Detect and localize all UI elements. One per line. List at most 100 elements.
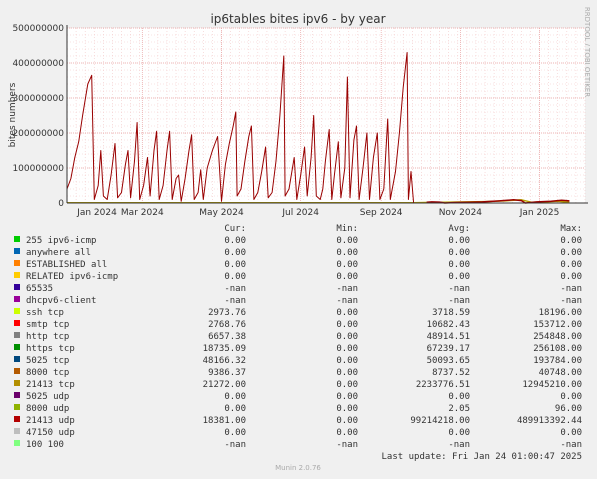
legend-value-cur: 48166.32	[203, 356, 246, 366]
legend-value-cur: -nan	[224, 296, 246, 306]
legend-value-avg: 0.00	[448, 236, 470, 246]
legend-value-min: 0.00	[336, 344, 358, 354]
legend-value-avg: 0.00	[448, 260, 470, 270]
legend-value-min: 0.00	[336, 320, 358, 330]
legend-value-cur: -nan	[224, 284, 246, 294]
legend-value-cur: 0.00	[224, 236, 246, 246]
legend-series-name: ssh tcp	[26, 308, 64, 318]
legend-value-cur: 0.00	[224, 272, 246, 282]
legend-value-min: 0.00	[336, 308, 358, 318]
legend-value-avg: 3718.59	[432, 308, 470, 318]
legend-value-avg: 67239.17	[427, 344, 470, 354]
x-tick-label: Mar 2024	[121, 208, 164, 218]
legend-swatch	[14, 440, 20, 446]
x-tick-label: Jan 2025	[519, 208, 560, 218]
legend-value-max: 489913392.44	[517, 416, 582, 426]
legend-value-max: 256108.00	[533, 344, 582, 354]
legend-value-avg: 2.05	[448, 404, 470, 414]
legend-value-avg: -nan	[448, 284, 470, 294]
legend-series-name: dhcpv6-client	[26, 296, 96, 306]
x-tick-label: Jan 2024	[76, 208, 117, 218]
legend-header-avg: Avg:	[448, 224, 470, 234]
legend-value-cur: -nan	[224, 440, 246, 450]
legend-value-min: 0.00	[336, 272, 358, 282]
legend-value-min: 0.00	[336, 236, 358, 246]
legend-value-avg: 99214218.00	[410, 416, 470, 426]
legend-value-min: 0.00	[336, 248, 358, 258]
last-update: Last update: Fri Jan 24 01:00:47 2025	[382, 452, 582, 462]
legend-value-min: 0.00	[336, 332, 358, 342]
legend-series-name: 100 100	[26, 440, 64, 450]
legend-swatch	[14, 356, 20, 362]
legend-value-cur: 0.00	[224, 428, 246, 438]
legend-swatch	[14, 368, 20, 374]
legend-value-avg: 0.00	[448, 248, 470, 258]
legend-value-max: 18196.00	[539, 308, 582, 318]
legend-value-max: 254848.00	[533, 332, 582, 342]
legend-value-avg: 8737.52	[432, 368, 470, 378]
y-tick-label: 100000000	[12, 164, 64, 174]
legend-series-name: RELATED ipv6-icmp	[26, 272, 118, 282]
legend-value-min: -nan	[336, 296, 358, 306]
legend-swatch	[14, 308, 20, 314]
legend-series-name: 8000 udp	[26, 404, 69, 414]
legend-value-max: 153712.00	[533, 320, 582, 330]
legend-value-min: 0.00	[336, 392, 358, 402]
x-tick-label: May 2024	[199, 208, 244, 218]
x-tick-label: Jul 2024	[281, 208, 319, 218]
legend-value-max: 0.00	[560, 392, 582, 402]
legend-value-min: 0.00	[336, 380, 358, 390]
y-tick-label: 500000000	[12, 24, 64, 34]
legend-series-name: 8000 tcp	[26, 368, 69, 378]
legend-value-cur: 21272.00	[203, 380, 246, 390]
legend-value-cur: 6657.38	[208, 332, 246, 342]
legend-value-avg: 10682.43	[427, 320, 470, 330]
legend-value-avg: 0.00	[448, 272, 470, 282]
legend-series-name: 21413 tcp	[26, 380, 75, 390]
legend-header-cur: Cur:	[224, 224, 246, 234]
legend-value-avg: 0.00	[448, 428, 470, 438]
legend-value-min: 0.00	[336, 428, 358, 438]
legend-value-avg: 48914.51	[427, 332, 470, 342]
x-tick-label: Sep 2024	[360, 208, 403, 218]
legend-swatch	[14, 320, 20, 326]
y-tick-labels: 0 100000000 200000000 300000000 400000000 500…	[12, 24, 64, 209]
legend-swatch	[14, 416, 20, 422]
legend-value-cur: 2973.76	[208, 308, 246, 318]
legend-series-name: 5025 tcp	[26, 356, 69, 366]
legend-value-max: -nan	[560, 296, 582, 306]
x-tick-label: Nov 2024	[439, 208, 483, 218]
legend-series-name: smtp tcp	[26, 320, 69, 330]
legend-value-avg: 50093.65	[427, 356, 470, 366]
legend-value-avg: 2233776.51	[416, 380, 470, 390]
legend-swatch	[14, 284, 20, 290]
legend-series-name: ESTABLISHED all	[26, 260, 107, 270]
y-tick-label: 0	[58, 199, 64, 209]
legend-swatch	[14, 260, 20, 266]
legend-value-max: 193784.00	[533, 356, 582, 366]
legend-value-cur: 2768.76	[208, 320, 246, 330]
legend-swatch	[14, 392, 20, 398]
chart: ip6tables bites ipv6 - by year bites num…	[8, 7, 591, 472]
y-tick-label: 300000000	[12, 94, 64, 104]
chart-title: ip6tables bites ipv6 - by year	[210, 12, 385, 26]
munin-version: Munin 2.0.76	[275, 464, 321, 472]
legend-swatch	[14, 272, 20, 278]
legend-value-max: -nan	[560, 284, 582, 294]
legend-value-cur: 18735.09	[203, 344, 246, 354]
legend-table: Cur: Min: Avg: Max: 255 ipv6-icmp 0.00 0.00 0.0…	[14, 224, 582, 450]
legend-value-max: 0.00	[560, 248, 582, 258]
legend-series-name: 65535	[26, 284, 53, 294]
legend-value-cur: 9386.37	[208, 368, 246, 378]
legend-header-max: Max:	[560, 224, 582, 234]
legend-value-cur: 18381.00	[203, 416, 246, 426]
legend-header-min: Min:	[336, 224, 358, 234]
legend-value-min: -nan	[336, 284, 358, 294]
legend-value-min: 0.00	[336, 260, 358, 270]
legend-value-max: 12945210.00	[522, 380, 582, 390]
legend-swatch	[14, 344, 20, 350]
legend-value-cur: 0.00	[224, 392, 246, 402]
legend-value-min: 0.00	[336, 368, 358, 378]
legend-swatch	[14, 248, 20, 254]
legend-value-max: 0.00	[560, 428, 582, 438]
